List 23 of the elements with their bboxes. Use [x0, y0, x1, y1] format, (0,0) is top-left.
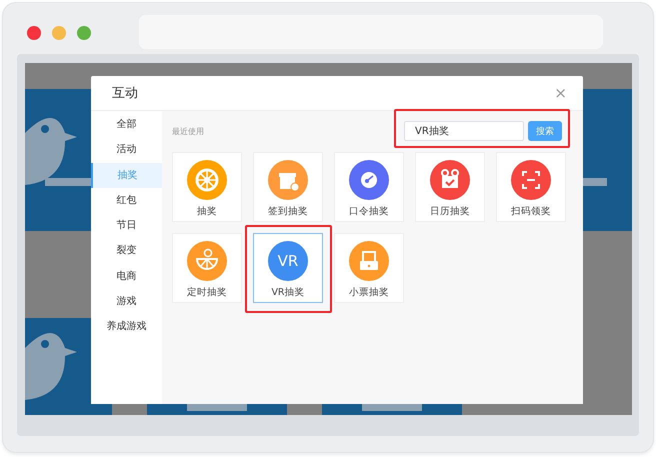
tool-card[interactable]: VR VR抽奖 [253, 233, 323, 303]
sidebar-item[interactable]: 裂变 [91, 238, 162, 264]
maximize-window-icon[interactable] [77, 26, 91, 40]
sidebar-item[interactable]: 红包 [91, 188, 162, 214]
sidebar-item[interactable]: 养成游戏 [91, 314, 162, 340]
sidebar-item[interactable]: 节日 [91, 213, 162, 238]
tool-card[interactable]: 口令抽奖 [334, 152, 404, 222]
minimize-window-icon[interactable] [52, 26, 66, 40]
vr-icon: VR [268, 241, 308, 281]
close-window-icon[interactable] [27, 26, 41, 40]
tool-card[interactable]: 小票抽奖 [334, 233, 404, 303]
tool-card[interactable]: 签到抽奖 [253, 152, 323, 222]
sidebar-item[interactable]: 游戏 [91, 289, 162, 314]
tool-card[interactable]: 日历抽奖 [415, 152, 485, 222]
sidebar-item[interactable]: 电商 [91, 264, 162, 290]
tool-card[interactable]: 抽奖 [172, 152, 242, 222]
tool-card[interactable]: 扫码领奖 [496, 152, 566, 222]
dialog-title: 互动 [112, 85, 138, 102]
sidebar-item[interactable]: 全部 [91, 112, 162, 138]
tool-card[interactable]: 定时抽奖 [172, 233, 242, 303]
sidebar-item[interactable]: 活动 [91, 137, 162, 163]
section-label: 最近使用 [172, 126, 204, 136]
search-field[interactable]: VR抽奖 [404, 121, 524, 141]
